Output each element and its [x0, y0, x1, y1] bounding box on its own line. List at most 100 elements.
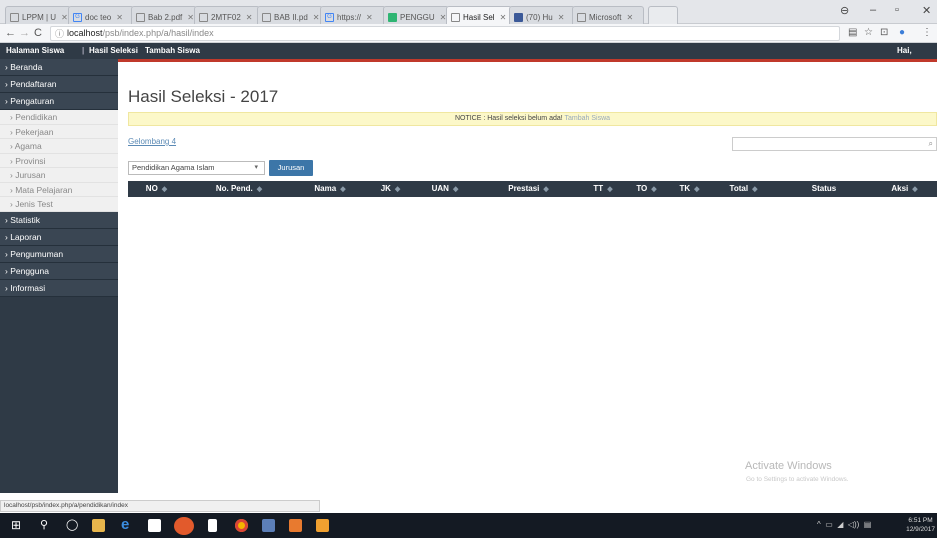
facebook-icon: [514, 12, 523, 22]
column-header-no[interactable]: NO ◆: [128, 181, 185, 197]
file-explorer-icon[interactable]: [92, 519, 105, 532]
url-input[interactable]: ⓘ localhost/psb/index.php/a/hasil/index: [50, 26, 840, 41]
sidebar-subitem-pendidikan[interactable]: › Pendidikan: [0, 110, 118, 125]
minimize-button[interactable]: –: [870, 4, 876, 16]
nav-hasil-seleksi[interactable]: Hasil Seleksi: [89, 43, 138, 59]
sidebar-item-pendaftaran[interactable]: › Pendaftaran: [0, 76, 118, 93]
xampp-icon[interactable]: [289, 519, 302, 532]
sidebar-item-informasi[interactable]: › Informasi: [0, 279, 118, 297]
photos-icon[interactable]: [262, 519, 275, 532]
close-tab-icon[interactable]: ✕: [626, 13, 633, 22]
browser-tab[interactable]: LPPM | U ✕: [5, 6, 71, 24]
browser-tab[interactable]: Gdoc teo ✕: [68, 6, 134, 24]
sort-icon: ◆: [912, 186, 918, 193]
jurusan-button[interactable]: Jurusan: [269, 160, 313, 176]
nav-tambah-siswa[interactable]: Tambah Siswa: [145, 43, 200, 59]
nav-halaman-siswa[interactable]: Halaman Siswa: [6, 43, 64, 59]
page-icon: [262, 12, 271, 22]
sort-icon: ◆: [651, 186, 657, 193]
close-tab-icon[interactable]: ✕: [61, 13, 68, 22]
column-header-prestasi[interactable]: Prestasi ◆: [476, 181, 581, 197]
pendidikan-select[interactable]: Pendidikan Agama Islam ▾: [128, 161, 265, 175]
sidebar-item-laporan[interactable]: › Laporan: [0, 228, 118, 246]
extension-blue-icon[interactable]: ●: [899, 27, 905, 38]
column-header-no-pend[interactable]: No. Pend. ◆: [185, 181, 293, 197]
column-header-aksi[interactable]: Aksi ◆: [872, 181, 937, 197]
search-input[interactable]: ⌕: [732, 137, 937, 151]
green-doc-icon: [388, 12, 397, 22]
sublime-icon[interactable]: [316, 519, 329, 532]
task-view-icon[interactable]: ◯: [66, 518, 78, 531]
system-tray[interactable]: ^ ▭ ◢ ◁)) ▤: [817, 520, 871, 529]
close-tab-icon[interactable]: ✕: [558, 13, 565, 22]
sidebar-item-beranda[interactable]: › Beranda: [0, 59, 118, 76]
browser-tab[interactable]: BAB II.pd ✕: [257, 6, 323, 24]
translate-icon[interactable]: ▤: [848, 27, 857, 38]
activate-windows-subtext: Go to Settings to activate Windows.: [746, 476, 849, 483]
close-tab-icon[interactable]: ✕: [366, 13, 373, 22]
edge-icon[interactable]: e: [121, 516, 129, 533]
close-tab-icon[interactable]: ✕: [116, 13, 123, 22]
results-table-header: NO ◆ No. Pend. ◆ Nama ◆ JK ◆ UAN ◆ Prestasi ◆ …: [128, 181, 937, 197]
browser-tab[interactable]: PENGGU ✕: [383, 6, 449, 24]
sidebar: › Beranda › Pendaftaran › Pengaturan › P…: [0, 59, 118, 493]
media-player-icon[interactable]: [174, 517, 194, 535]
browser-tab[interactable]: Microsoft ✕: [572, 6, 644, 24]
reload-icon[interactable]: C: [34, 27, 42, 39]
maximize-button[interactable]: ▫: [895, 4, 899, 16]
column-header-tk[interactable]: TK ◆: [668, 181, 711, 197]
sidebar-subitem-jurusan[interactable]: › Jurusan: [0, 168, 118, 183]
browser-tab[interactable]: Ghttps://✕: [320, 6, 386, 24]
column-header-nama[interactable]: Nama ◆: [293, 181, 367, 197]
new-tab-button[interactable]: [648, 6, 678, 24]
column-header-tt[interactable]: TT ◆: [581, 181, 625, 197]
sidebar-item-pengaturan[interactable]: › Pengaturan: [0, 93, 118, 110]
close-tab-icon[interactable]: ✕: [246, 13, 253, 22]
close-tab-icon[interactable]: ✕: [313, 13, 320, 22]
page-icon: [577, 12, 586, 22]
clock-time: 6:51 PM: [908, 517, 933, 524]
search-icon[interactable]: ⚲: [40, 518, 48, 531]
browser-tab[interactable]: 2MTF02 ✕: [194, 6, 260, 24]
gelombang-link[interactable]: Gelombang 4: [128, 137, 176, 146]
chevron-down-icon: ▾: [254, 164, 258, 171]
sidebar-subitem-pekerjaan[interactable]: › Pekerjaan: [0, 124, 118, 139]
column-header-uan[interactable]: UAN ◆: [414, 181, 476, 197]
tambah-siswa-link[interactable]: Tambah Siswa: [565, 115, 611, 122]
column-header-jk[interactable]: JK ◆: [367, 181, 414, 197]
sidebar-item-pengumuman[interactable]: › Pengumuman: [0, 245, 118, 263]
sidebar-item-statistik[interactable]: › Statistik: [0, 211, 118, 229]
bookmark-star-icon[interactable]: ☆: [864, 27, 873, 38]
taskbar-clock[interactable]: 6:51 PM 12/9/2017: [906, 516, 935, 534]
sidebar-item-pengguna[interactable]: › Pengguna: [0, 262, 118, 280]
browser-tab-active[interactable]: Hasil Sel ✕: [446, 6, 512, 25]
sidebar-subitem-mata-pelajaran[interactable]: › Mata Pelajaran: [0, 182, 118, 197]
column-header-to[interactable]: TO ◆: [625, 181, 668, 197]
sort-icon: ◆: [394, 186, 401, 193]
browser-tab[interactable]: (70) Hu ✕: [509, 6, 575, 24]
page-icon: [136, 12, 145, 22]
menu-icon[interactable]: ⋮: [922, 27, 932, 38]
profile-icon[interactable]: ⊖: [840, 4, 849, 17]
chrome-icon[interactable]: [235, 519, 248, 532]
sidebar-subitem-jenis-test[interactable]: › Jenis Test: [0, 197, 118, 212]
page-icon: [199, 12, 208, 22]
extension-icon[interactable]: ⊡: [880, 27, 888, 38]
page-title: Hasil Seleksi - 2017: [128, 87, 279, 106]
notepad-icon[interactable]: [208, 519, 217, 532]
store-icon[interactable]: [148, 519, 161, 532]
close-tab-icon[interactable]: ✕: [187, 13, 194, 22]
sort-icon: ◆: [543, 186, 549, 193]
windows-start-icon[interactable]: ⊞: [11, 518, 21, 532]
forward-icon[interactable]: →: [19, 27, 30, 39]
page-icon: [451, 13, 460, 22]
sidebar-subitem-agama[interactable]: › Agama: [0, 139, 118, 154]
close-tab-icon[interactable]: ✕: [500, 13, 507, 22]
browser-tab[interactable]: Bab 2.pdf ✕: [131, 6, 197, 24]
info-icon: ⓘ: [55, 29, 65, 39]
back-icon[interactable]: ←: [5, 27, 16, 39]
sidebar-subitem-provinsi[interactable]: › Provinsi: [0, 153, 118, 168]
close-window-button[interactable]: ✕: [922, 4, 931, 17]
accent-line: [118, 59, 937, 62]
column-header-total[interactable]: Total ◆: [711, 181, 776, 197]
